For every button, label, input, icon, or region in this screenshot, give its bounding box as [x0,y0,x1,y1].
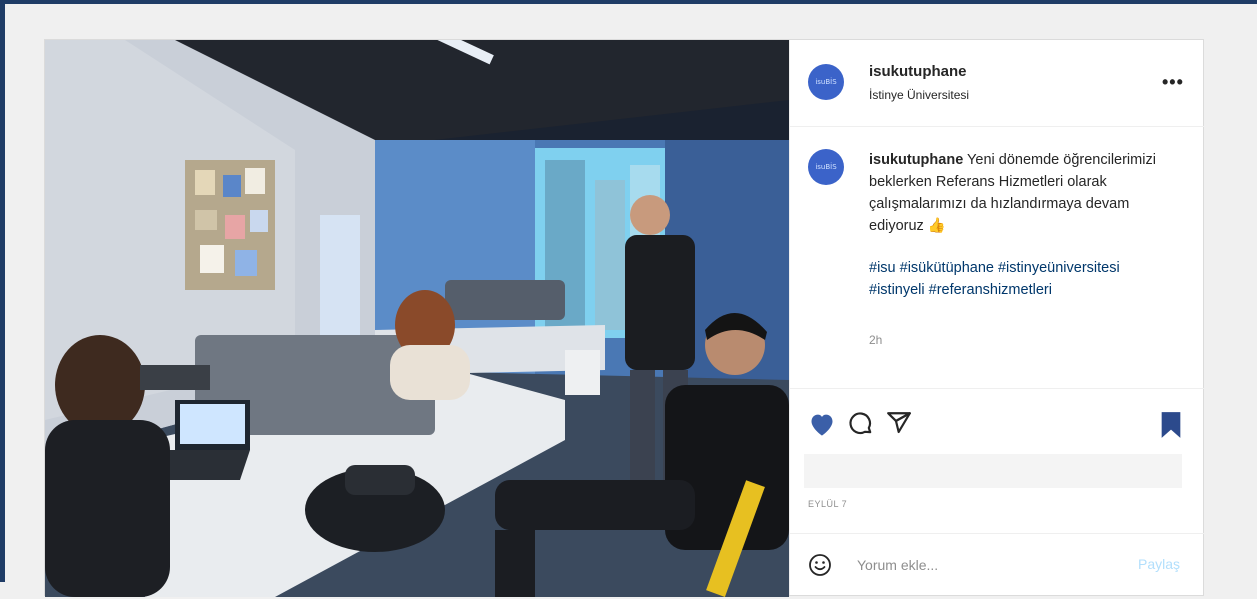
post-comment-button[interactable]: Paylaş [1138,556,1180,572]
more-options-icon[interactable]: ••• [1162,72,1184,93]
add-comment-row: Paylaş [790,533,1204,596]
post-photo[interactable] [45,40,789,597]
caption-hashtags[interactable]: #isu #isükütüphane #istinyeüniversitesi … [869,257,1179,301]
bookmark-icon[interactable] [1159,411,1183,439]
post-location[interactable]: İstinye Üniversitesi [869,88,969,102]
likes-summary-placeholder [804,454,1182,488]
caption-section: isuBİS isukutuphane Yeni dönemde öğrenci… [790,127,1204,387]
caption-avatar[interactable]: isuBİS [808,149,844,185]
share-icon[interactable] [886,410,912,436]
smile-icon[interactable] [808,553,832,577]
caption-username[interactable]: isukutuphane [869,152,963,168]
comment-icon[interactable] [848,411,874,437]
office-photo-illustration [45,40,789,597]
account-username[interactable]: isukutuphane [869,63,967,80]
window-frame-left [0,0,5,582]
heart-icon[interactable] [808,411,836,437]
post-caption: isukutuphane Yeni dönemde öğrencilerimiz… [869,149,1179,237]
post-date[interactable]: EYLÜL 7 [808,499,847,509]
post-actions: EYLÜL 7 [790,388,1204,549]
post-header: isuBİS isukutuphane İstinye Üniversitesi… [790,40,1204,127]
caption-timestamp[interactable]: 2h [869,333,882,347]
comment-input[interactable] [857,552,1117,578]
account-avatar[interactable]: isuBİS [808,64,844,100]
instagram-post: isuBİS isukutuphane İstinye Üniversitesi… [44,39,1204,597]
post-side-panel: isuBİS isukutuphane İstinye Üniversitesi… [789,40,1204,595]
window-frame-top [0,0,1257,4]
